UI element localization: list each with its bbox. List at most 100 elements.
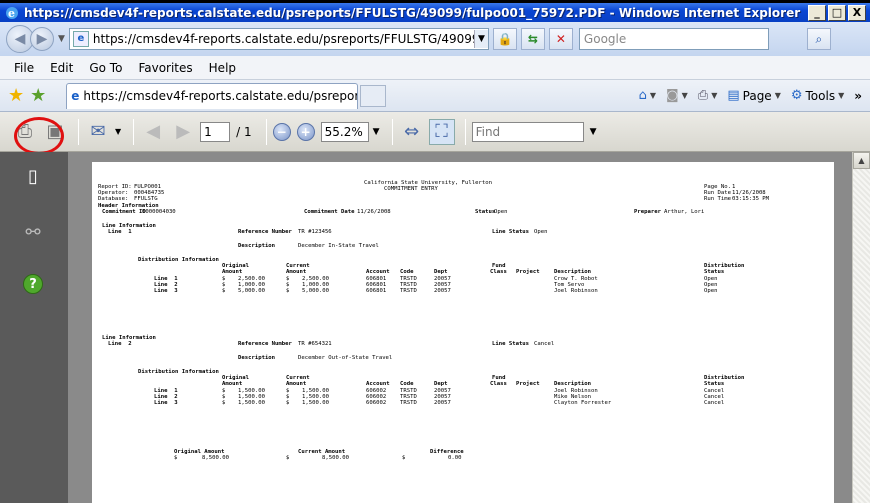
feeds-button[interactable]: ◙ ▼ [666,88,688,103]
share-button[interactable]: ✉ [85,119,111,145]
lock-icon: 🔒 [497,32,513,46]
column-header: Dept [434,269,448,275]
column-header: Account [366,269,390,275]
plus-icon: + [300,124,311,139]
tab-current[interactable]: e https://cmsdev4f-reports.calstate.edu/… [66,82,359,109]
column-header: Amount [286,269,307,275]
column-header: Amount [222,269,243,275]
table-row-label: Line 3 [154,400,178,406]
tools-menu-label: Tools [805,88,836,103]
home-icon: ⌂ [638,88,647,103]
more-commands-button[interactable]: » [854,89,862,103]
table-cell: 5,000.00 [302,288,329,294]
table-cell: $ [286,288,290,294]
new-tab-button[interactable] [360,84,387,107]
page-number-input[interactable]: 1 [200,121,231,142]
toolbar-separator [265,118,267,145]
page-menu-button[interactable]: ▤ Page ▼ [727,88,781,103]
toolbar-separator [391,118,393,145]
rss-feed-icon: ◙ [666,88,679,103]
add-favorites-icon[interactable]: ★ [30,85,46,106]
report-header-label: Database: [98,196,129,202]
totals-value: 0.00 [448,455,462,461]
table-cell: Clayton Forrester [554,400,612,406]
field-value: Open [534,229,548,235]
minus-icon: − [276,124,287,139]
toolbar-separator [78,118,79,145]
pages-panel-icon[interactable]: ▯ [22,166,44,188]
report-subtitle: COMMITMENT ENTRY [384,186,438,192]
search-button[interactable]: ⌕ [806,28,831,50]
zoom-dropdown[interactable]: ▼ [373,127,380,137]
field-value: Arthur, Lori [664,209,705,215]
fit-page-icon: ⛶ [435,121,448,142]
field-label: Reference Number [238,229,292,235]
field-value: 0000004030 [142,209,176,215]
zoom-in-button[interactable]: + [296,122,315,141]
vertical-scrollbar[interactable]: ▲ [852,152,870,503]
totals-value: $ [286,455,290,461]
menu-favorites[interactable]: Favorites [130,61,200,75]
field-label: Commitment Date [304,209,355,215]
column-header: Dept [434,381,448,387]
column-header: Description [554,381,592,387]
help-icon[interactable]: ? [23,274,43,294]
share-dropdown[interactable]: ▼ [115,127,121,136]
address-url[interactable]: https://cmsdev4f-reports.calstate.edu/ps… [93,32,474,46]
find-dropdown[interactable]: ▼ [590,127,597,137]
table-cell: 20057 [434,400,451,406]
svg-text:e: e [8,7,15,20]
attachments-icon[interactable]: ⚯ [22,222,44,244]
table-cell: TRSTD [400,400,417,406]
tab-bar: ★ ★ e https://cmsdev4f-reports.calstate.… [0,80,870,112]
menu-help[interactable]: Help [201,61,244,75]
table-cell: 5,000.00 [238,288,265,294]
table-cell: $ [222,400,226,406]
menu-go-to[interactable]: Go To [81,61,130,75]
fit-width-icon: ⇔ [404,121,420,142]
previous-page-button[interactable]: ◀ [140,119,166,145]
line-label: Line 2 [108,341,132,347]
pdf-page: Report ID: FULPO001 Operator: 000484735 Data… [92,162,834,503]
forward-button[interactable]: ▶ [30,27,54,51]
address-bar[interactable]: e https://cmsdev4f-reports.calstate.edu/… [68,28,489,50]
column-header: Amount [222,381,243,387]
zoom-out-button[interactable]: − [272,122,291,141]
section-heading: Distribution Information [138,369,219,375]
field-label: Description [238,243,276,249]
stop-icon: ✕ [555,32,566,46]
report-header-label: Run Time [704,196,731,202]
field-value: TR #654321 [298,341,332,347]
print-menu-button[interactable]: ⎙ ▼ [698,88,718,103]
maximize-button[interactable]: □ [828,4,846,21]
document-viewer[interactable]: Report ID: FULPO001 Operator: 000484735 Data… [68,152,852,503]
field-value: Cancel [534,341,555,347]
home-button[interactable]: ⌂ ▼ [639,88,656,103]
totals-value: 8,500.00 [322,455,349,461]
table-cell: Open [704,288,718,294]
column-header: Class [490,381,507,387]
find-input[interactable]: Find [471,121,584,142]
close-button[interactable]: X [848,4,866,21]
fit-page-button[interactable]: ⛶ [428,118,455,145]
security-lock-button[interactable]: 🔒 [492,28,517,50]
table-row-label: Line 3 [154,288,178,294]
report-header-value: FFULSTG [134,196,158,202]
favorites-star-icon[interactable]: ★ [8,85,24,106]
recent-pages-dropdown[interactable]: ▼ [58,34,65,44]
menu-edit[interactable]: Edit [42,61,81,75]
printer-icon: ⎙ [697,88,709,103]
fit-width-button[interactable]: ⇔ [399,119,425,145]
column-header: Project [516,269,540,275]
tools-menu-button[interactable]: ⚙ Tools ▼ [791,88,844,103]
zoom-level-input[interactable]: 55.2% [320,121,369,142]
scroll-up-button[interactable]: ▲ [853,152,870,169]
table-cell: 1,500.00 [238,400,265,406]
minimize-button[interactable]: _ [808,4,826,21]
stop-button[interactable]: ✕ [548,28,573,50]
refresh-button[interactable]: ⇆ [520,28,545,50]
address-dropdown[interactable]: ▼ [473,30,488,48]
menu-file[interactable]: File [6,61,42,75]
next-page-button[interactable]: ▶ [170,119,196,145]
search-input[interactable]: Google [578,28,769,50]
